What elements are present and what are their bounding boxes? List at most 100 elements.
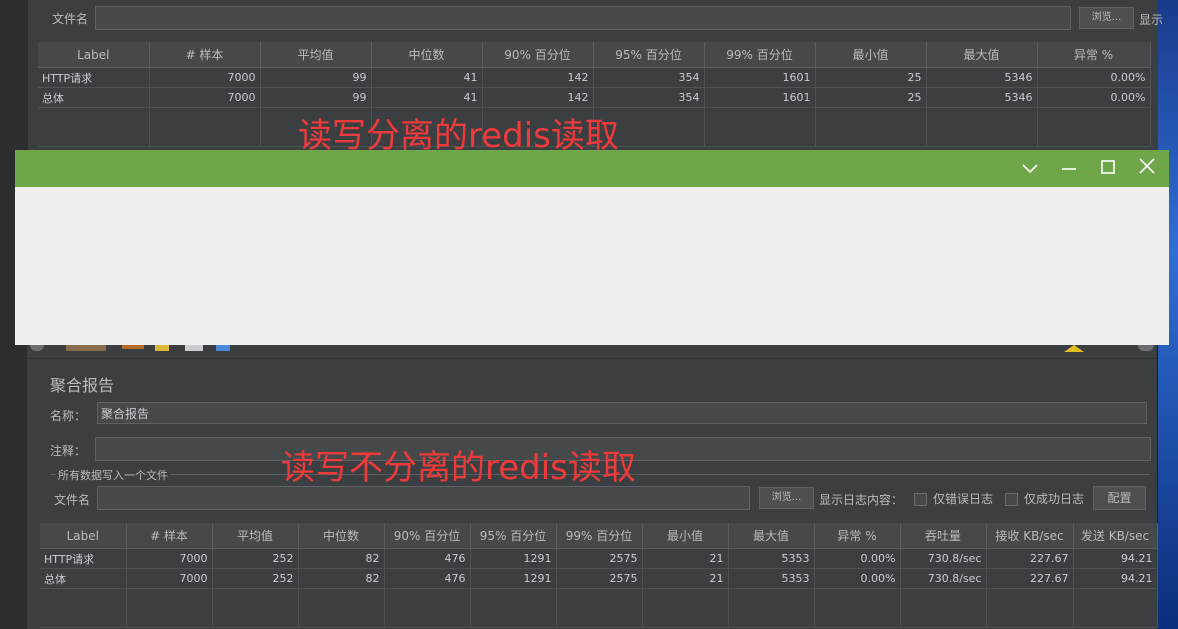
annotation-bottom: 读写不分离的redis读取: [281, 448, 636, 488]
table-row[interactable]: HTTP请求 7000 99 41 142 354 1601 25 5346 0.00%: [38, 67, 1151, 88]
success-only-label: 仅成功日志: [1024, 492, 1085, 506]
chevron-down-icon[interactable]: [1011, 150, 1049, 187]
section-label: 所有数据写入一个文件: [56, 467, 170, 483]
bottom-table-header-cell[interactable]: 接收 KB/sec: [986, 523, 1074, 549]
top-table-cell: 总体: [38, 87, 150, 108]
bottom-table-cell: 1291: [470, 548, 557, 569]
bottom-table-header-cell[interactable]: 平均值: [212, 523, 299, 549]
error-only-checkbox[interactable]: 仅错误日志: [914, 490, 993, 507]
bottom-table-cell: 21: [642, 568, 729, 589]
file-label: 文件名: [54, 493, 91, 507]
bottom-table-cell: 227.67: [986, 548, 1074, 569]
bottom-table-cell: 7000: [126, 548, 213, 569]
top-table-cell: HTTP请求: [38, 67, 150, 88]
bottom-table-cell: 730.8/sec: [900, 568, 987, 589]
top-table-header-cell[interactable]: 90% 百分位: [482, 42, 594, 68]
top-browse-button[interactable]: 浏览...: [1079, 7, 1134, 29]
top-table-cell: 0.00%: [1037, 67, 1151, 88]
bottom-table-header-cell[interactable]: 99% 百分位: [556, 523, 643, 549]
bottom-table-header-cell[interactable]: 90% 百分位: [384, 523, 471, 549]
bottom-table-header-cell[interactable]: 95% 百分位: [470, 523, 557, 549]
bottom-table-cell: 5353: [728, 568, 815, 589]
bottom-table-cell: 476: [384, 568, 471, 589]
top-show-label: 显示: [1139, 13, 1164, 27]
toolbar-search-icon[interactable]: [155, 345, 169, 351]
top-table-cell: 7000: [149, 67, 261, 88]
toolbar-help-icon[interactable]: [216, 345, 230, 351]
bottom-table-header-cell[interactable]: 吞吐量: [900, 523, 987, 549]
top-table-header-cell[interactable]: 最小值: [815, 42, 927, 68]
bottom-results-table: Label # 样本 平均值 中位数 90% 百分位 95% 百分位 99% 百分位 最小值最…: [40, 523, 1158, 628]
top-file-input[interactable]: [95, 6, 1071, 30]
top-table-cell: 25: [815, 67, 927, 88]
bottom-table-cell: 7000: [126, 568, 213, 589]
top-table-header-cell[interactable]: Label: [38, 42, 150, 68]
minimize-icon[interactable]: [1050, 150, 1088, 187]
maximize-icon[interactable]: [1089, 150, 1127, 187]
bottom-table-cell: 252: [212, 548, 299, 569]
bottom-table-cell: 5353: [728, 548, 815, 569]
top-table-header-cell[interactable]: # 样本: [149, 42, 261, 68]
bottom-table-cell: 1291: [470, 568, 557, 589]
top-table-cell: 41: [371, 67, 483, 88]
table-row[interactable]: HTTP请求 7000 252 82 476 1291 2575 21 5353 0.00% 730…: [40, 548, 1158, 569]
file-input[interactable]: [97, 486, 750, 510]
bottom-table-header-cell[interactable]: Label: [40, 523, 127, 549]
close-icon[interactable]: [1128, 150, 1166, 187]
top-table-cell: 5346: [926, 67, 1038, 88]
success-only-checkbox[interactable]: 仅成功日志: [1005, 490, 1084, 507]
bottom-table-cell: 21: [642, 548, 729, 569]
page-title: 聚合报告: [50, 376, 115, 395]
bottom-table-header-cell[interactable]: 异常 %: [814, 523, 901, 549]
bottom-table-cell: 227.67: [986, 568, 1074, 589]
bottom-table-header-cell[interactable]: 最小值: [642, 523, 729, 549]
top-file-label: 文件名: [52, 12, 89, 26]
bottom-table-cell: 476: [384, 548, 471, 569]
top-table-cell: 7000: [149, 87, 261, 108]
top-table-cell: 99: [260, 87, 372, 108]
toolbar-clear-icon[interactable]: [66, 345, 106, 351]
top-table-cell: 142: [482, 67, 594, 88]
top-table-cell: 354: [593, 87, 705, 108]
bottom-table-header-row: Label # 样本 平均值 中位数 90% 百分位 95% 百分位 99% 百分位 最小值最…: [40, 523, 1158, 549]
top-table-header-cell[interactable]: 99% 百分位: [704, 42, 816, 68]
top-table-header-cell[interactable]: 95% 百分位: [593, 42, 705, 68]
bottom-table-header-cell[interactable]: 中位数: [298, 523, 385, 549]
config-button[interactable]: 配置: [1093, 486, 1146, 510]
bottom-table-cell: 总体: [40, 568, 127, 589]
top-table-header-cell[interactable]: 中位数: [371, 42, 483, 68]
bottom-table-cell: 82: [298, 548, 385, 569]
bottom-table-cell: 2575: [556, 568, 643, 589]
bottom-table-cell: 0.00%: [814, 568, 901, 589]
top-table-cell: 0.00%: [1037, 87, 1151, 108]
top-table-header-cell[interactable]: 平均值: [260, 42, 372, 68]
bottom-table-header-cell[interactable]: 最大值: [728, 523, 815, 549]
bottom-table-cell: 82: [298, 568, 385, 589]
bottom-table-header-cell[interactable]: 发送 KB/sec: [1073, 523, 1158, 549]
browse-button[interactable]: 浏览...: [759, 487, 814, 509]
top-table-cell: 99: [260, 67, 372, 88]
top-table-header-cell[interactable]: 异常 %: [1037, 42, 1151, 68]
top-table-cell: 354: [593, 67, 705, 88]
comment-label: 注释：: [50, 444, 87, 458]
bottom-table-header-cell[interactable]: # 样本: [126, 523, 213, 549]
toolbar-list-icon[interactable]: [185, 345, 203, 351]
bottom-table-empty-row: [40, 588, 1158, 628]
top-table-cell: 1601: [704, 67, 816, 88]
bottom-table-cell: 252: [212, 568, 299, 589]
log-content-label: 显示日志内容：: [819, 493, 904, 507]
toolbar-function-icon[interactable]: [122, 345, 144, 349]
table-row[interactable]: 总体 7000 252 82 476 1291 2575 21 5353 0.00% 730.8/s…: [40, 568, 1158, 589]
bottom-table-cell: 94.21: [1073, 548, 1158, 569]
bottom-table-cell: 94.21: [1073, 568, 1158, 589]
table-row[interactable]: 总体 7000 99 41 142 354 1601 25 5346 0.00%: [38, 87, 1151, 108]
top-table-cell: 41: [371, 87, 483, 108]
name-label: 名称：: [50, 409, 87, 423]
top-table-cell: 1601: [704, 87, 816, 108]
name-input[interactable]: 聚合报告: [97, 402, 1147, 424]
top-table-header-row: Label # 样本 平均值 中位数 90% 百分位 95% 百分位 99% 百分位 最小值最…: [38, 42, 1151, 68]
bottom-table-cell: 0.00%: [814, 548, 901, 569]
top-table-header-cell[interactable]: 最大值: [926, 42, 1038, 68]
top-table-cell: 25: [815, 87, 927, 108]
error-only-label: 仅错误日志: [933, 492, 994, 506]
